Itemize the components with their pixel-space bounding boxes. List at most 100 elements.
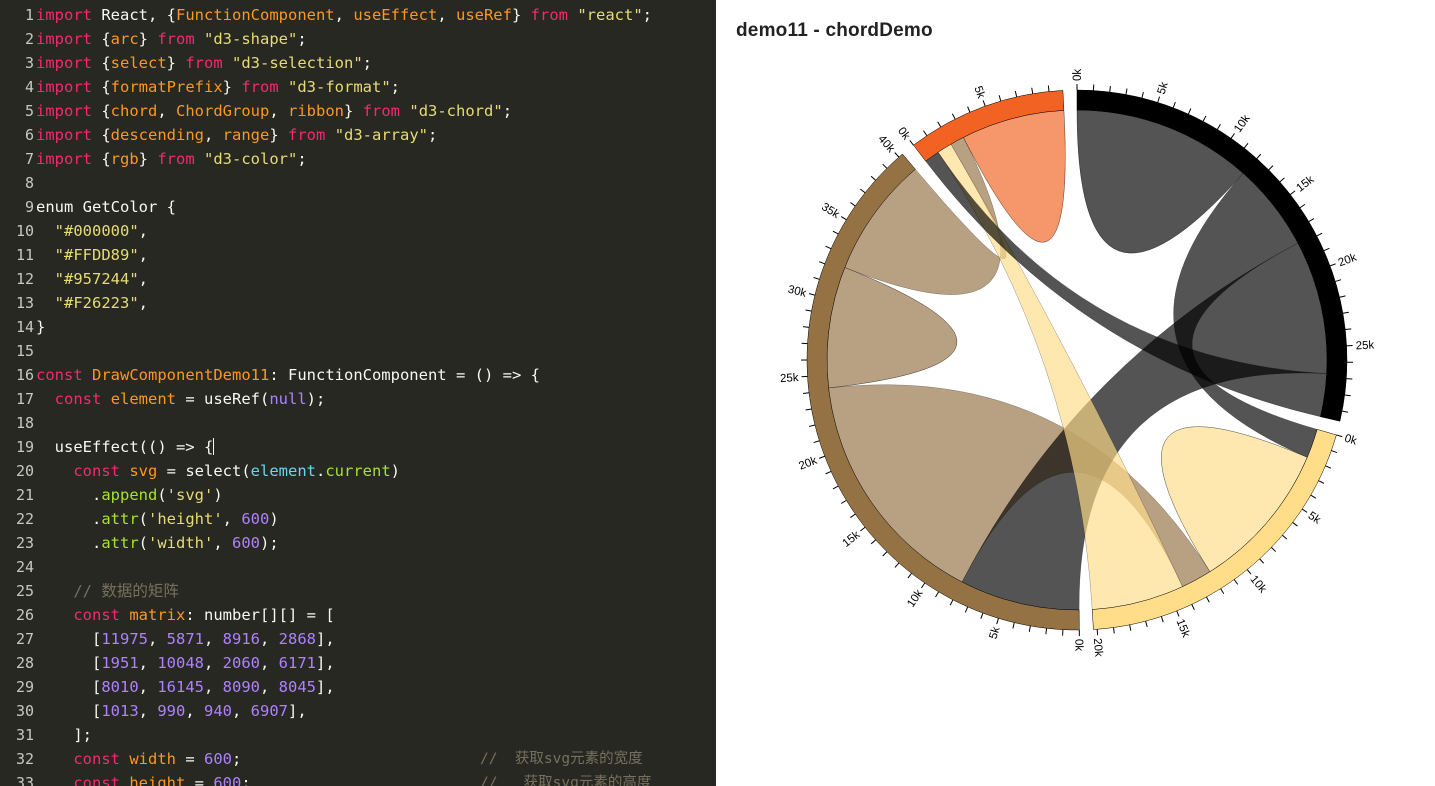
axis-tick [882, 551, 888, 557]
line-number: 1 [24, 6, 34, 24]
code-line[interactable]: 7 import {rgb} from "d3-color"; [0, 147, 716, 171]
code-line[interactable]: 16 const DrawComponentDemo11: FunctionCom… [0, 363, 716, 387]
code-line[interactable]: 6 import {descending, range} from "d3-arr… [0, 123, 716, 147]
line-number: 8 [24, 174, 34, 192]
code-line[interactable]: 14} [0, 315, 716, 339]
axis-tick [1318, 480, 1325, 484]
code-line[interactable]: 28 [1951, 10048, 2060, 6171], [0, 651, 716, 675]
axis-tick-label: 35k [819, 201, 841, 221]
code-line-text: import {select} from "d3-selection"; [36, 54, 373, 72]
code-line-text: const width = 600; [73, 750, 242, 768]
axis-tick [825, 245, 832, 250]
line-number: 31 [15, 726, 34, 744]
code-line[interactable]: 2 import {arc} from "d3-shape"; [0, 27, 716, 51]
axis-tick [832, 230, 839, 235]
axis-tick-label: 30k [786, 284, 807, 300]
axis-tick [937, 121, 942, 128]
axis-tick [1206, 596, 1210, 603]
code-line-text: .attr('width', 600); [36, 534, 279, 552]
code-line[interactable]: 18 [0, 411, 716, 435]
code-line[interactable]: 26 const matrix: number[][] = [ [0, 603, 716, 627]
code-line-text: import {descending, range} from "d3-arra… [36, 126, 438, 144]
code-line-text: const element = useRef(null); [54, 390, 326, 408]
code-line[interactable]: 30 [1013, 990, 940, 6907], [0, 699, 716, 723]
trailing-comment: // 获取svg元素的高度 [480, 775, 652, 786]
line-number: 27 [15, 630, 34, 648]
axis-tick [1308, 218, 1315, 223]
axis-tick [832, 485, 839, 490]
code-line-text: "#000000", [54, 222, 149, 240]
axis-tick [1202, 115, 1207, 122]
code-area[interactable]: 1 import React, {FunctionComponent, useEf… [0, 0, 716, 786]
axis-tick [1339, 295, 1346, 298]
code-line[interactable]: 15 [0, 339, 716, 363]
axis-tick [1301, 508, 1308, 513]
code-line[interactable]: 19 useEffect(() => { [0, 435, 716, 459]
chord-diagram: 0k 5k 10k 15k 20k 25k 0k 5k 10k 15k 20k 0k 5k 10k 15k 2… [780, 69, 1375, 658]
axis-tick-label: 20k [797, 455, 819, 473]
code-line[interactable]: 32 const width = 600; // 获取svg元素的宽度 [0, 747, 716, 771]
code-line[interactable]: 20 const svg = select(element.current) [0, 459, 716, 483]
axis-tick [1290, 190, 1296, 195]
code-line[interactable]: 11 "#FFDD89", [0, 243, 716, 267]
code-line[interactable]: 24 [0, 555, 716, 579]
code-line[interactable]: 4 import {formatPrefix} from "d3-format"; [0, 75, 716, 99]
axis-tick-label: 10k [1247, 573, 1268, 595]
code-line[interactable]: 17 const element = useRef(null); [0, 387, 716, 411]
axis-tick [870, 175, 876, 181]
code-line[interactable]: 1 import React, {FunctionComponent, useEf… [0, 3, 716, 27]
axis-tick [894, 562, 900, 568]
code-line-text: "#957244", [54, 270, 149, 288]
line-number: 23 [15, 534, 34, 552]
code-line[interactable]: 22 .attr('height', 600) [0, 507, 716, 531]
line-number: 9 [24, 198, 34, 216]
axis-tick [1141, 91, 1144, 99]
code-line[interactable]: 8 [0, 171, 716, 195]
code-editor-pane[interactable]: 1 import React, {FunctionComponent, useEf… [0, 0, 716, 786]
chart-pane: demo11 - chordDemo 0k 5k 10k 15k 20k 25k 0k 5k 1… [716, 0, 1435, 786]
code-line-text: import {arc} from "d3-shape"; [36, 30, 307, 48]
code-line-text: "#F26223", [54, 294, 149, 312]
code-line[interactable]: 25 // 数据的矩阵 [0, 579, 716, 603]
axis-tick [802, 392, 810, 394]
code-line-text: .append('svg') [36, 486, 223, 504]
code-line[interactable]: 9 enum GetColor { [0, 195, 716, 219]
code-line-text: const svg = select(element.current) [73, 462, 401, 480]
code-line[interactable]: 27 [11975, 5871, 8916, 2868], [0, 627, 716, 651]
axis-tick [1342, 410, 1349, 413]
axis-tick [1256, 153, 1262, 159]
axis-tick-label: 5k [988, 625, 1003, 640]
code-line[interactable]: 12 "#957244", [0, 267, 716, 291]
code-line[interactable]: 5 import {chord, ChordGroup, ribbon} from… [0, 99, 716, 123]
code-line[interactable]: 31 ]; [0, 723, 716, 747]
axis-tick [1191, 604, 1195, 611]
code-line[interactable]: 3 import {select} from "d3-selection"; [0, 51, 716, 75]
axis-tick [805, 408, 812, 411]
code-line[interactable]: 13 "#F26223", [0, 291, 716, 315]
line-number: 13 [15, 294, 34, 312]
line-number: 3 [24, 54, 34, 72]
code-line[interactable]: 29 [8010, 16145, 8090, 8045], [0, 675, 716, 699]
line-number: 14 [15, 318, 34, 336]
axis-tick [808, 424, 816, 427]
code-line[interactable]: 10 "#000000", [0, 219, 716, 243]
axis-tick [1014, 90, 1018, 97]
code-line[interactable]: 23 .attr('width', 600); [0, 531, 716, 555]
axis-tick [1310, 494, 1317, 499]
code-line-text: } [36, 318, 46, 336]
code-line[interactable]: 21 .append('svg') [0, 483, 716, 507]
axis-tick [996, 618, 999, 625]
axis-tick-label: 15k [840, 529, 862, 550]
code-line[interactable]: 33 const height = 600; // 获取svg元素的高度 [0, 771, 716, 786]
code-line-text: ]; [36, 726, 92, 744]
axis-tick [982, 100, 986, 107]
code-line-text: const matrix: number[][] = [ [73, 606, 335, 624]
chord-ribbons [826, 109, 1328, 611]
axis-tick [1157, 96, 1161, 103]
axis-tick [840, 216, 847, 221]
line-number: 33 [15, 774, 34, 786]
axis-tick-label: 40k [875, 133, 896, 155]
axis-tick [1344, 394, 1351, 397]
axis-tick-label: 0k [1072, 639, 1084, 651]
axis-tick-label: 15k [1174, 617, 1192, 639]
